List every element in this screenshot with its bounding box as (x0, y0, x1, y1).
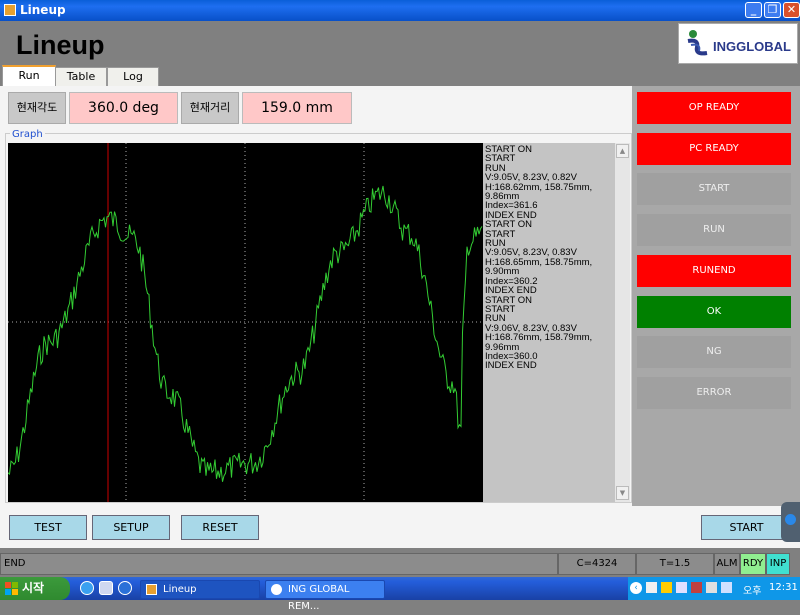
taskbar-item-remote[interactable]: ING GLOBAL REM... (265, 580, 385, 612)
test-button[interactable]: TEST (9, 515, 87, 540)
indicator-start: START (637, 173, 791, 206)
tab-log[interactable]: Log (107, 67, 159, 87)
clock-ampm: 오후 (743, 586, 762, 597)
waveform-trace (7, 185, 483, 482)
logo-text: INGGLOBAL (713, 39, 791, 54)
tray-shield-icon[interactable] (661, 582, 672, 593)
app-title: Lineup (16, 30, 105, 60)
indicator-runend: RUNEND (637, 254, 791, 287)
clock-time: 12:31 (769, 582, 798, 593)
start-label: 시작 (22, 581, 45, 595)
tab-run[interactable]: Run (2, 65, 56, 87)
tray-app-icon[interactable] (646, 582, 657, 593)
app-icon (4, 4, 16, 16)
indicator-pc-ready: PC READY (637, 132, 791, 165)
window-title: Lineup (20, 3, 66, 17)
scroll-up-icon[interactable]: ▲ (616, 144, 629, 158)
tray-monitor-icon[interactable] (721, 582, 732, 593)
logo-mark-icon (687, 30, 708, 56)
tray-volume-icon[interactable] (706, 582, 717, 593)
company-logo: INGGLOBAL (678, 23, 798, 64)
remote-app-icon (271, 584, 282, 595)
taskbar-item-label: ING GLOBAL REM... (288, 584, 350, 612)
indicator-run: RUN (637, 214, 791, 247)
status-time: T=1.5 (636, 553, 714, 575)
indicator-ok: OK (637, 295, 791, 328)
reset-button[interactable]: RESET (181, 515, 259, 540)
distance-value: 159.0 mm (242, 92, 352, 124)
status-rdy: RDY (740, 553, 766, 575)
taskbar-item-lineup[interactable]: Lineup (140, 580, 260, 599)
status-message: END (0, 553, 558, 575)
side-remote-tab[interactable] (781, 502, 800, 542)
status-count: C=4324 (558, 553, 636, 575)
event-log-list: START ON START RUN V:9.05V, 8.23V, 0.82V H:1… (483, 143, 630, 502)
waveform-plot (7, 143, 483, 502)
log-lines: START ON START RUN V:9.05V, 8.23V, 0.82V H:1… (485, 145, 613, 371)
indicator-ng: NG (637, 336, 791, 369)
distance-label: 현재거리 (181, 92, 239, 124)
graph-legend: Graph (10, 129, 45, 140)
indicator-op-ready: OP READY (637, 92, 791, 124)
status-inp: INP (766, 553, 790, 575)
quicklaunch-desktop-icon[interactable] (99, 581, 113, 595)
angle-value: 360.0 deg (69, 92, 178, 124)
taskbar-item-label: Lineup (163, 584, 197, 595)
angle-label: 현재각도 (8, 92, 66, 124)
minimize-button[interactable]: _ (745, 2, 762, 18)
quicklaunch-ie-icon[interactable] (80, 581, 94, 595)
window-titlebar: Lineup _ ❐ ✕ (0, 0, 800, 21)
log-scrollbar[interactable]: ▲ ▼ (615, 143, 630, 502)
status-alm: ALM (714, 553, 740, 575)
tray-expand-icon[interactable]: ‹ (630, 582, 642, 594)
start-menu-button[interactable]: 시작 (0, 577, 70, 600)
remote-icon (785, 514, 796, 525)
windows-logo-icon (5, 581, 19, 595)
quicklaunch-media-icon[interactable] (118, 581, 132, 595)
tab-table[interactable]: Table (55, 67, 107, 87)
system-tray: ‹ 오후 12:31 (628, 577, 800, 600)
start-button[interactable]: START (701, 515, 792, 540)
tray-security-icon[interactable] (691, 582, 702, 593)
tray-network-icon[interactable] (676, 582, 687, 593)
restore-button[interactable]: ❐ (764, 2, 781, 18)
setup-button[interactable]: SETUP (92, 515, 170, 540)
log-line: INDEX END (485, 360, 537, 372)
indicator-error: ERROR (637, 376, 791, 409)
lineup-app-icon (146, 584, 157, 595)
waveform-svg (7, 143, 483, 502)
close-button[interactable]: ✕ (783, 2, 800, 18)
scroll-down-icon[interactable]: ▼ (616, 486, 629, 500)
plot-gridlines (8, 143, 483, 502)
